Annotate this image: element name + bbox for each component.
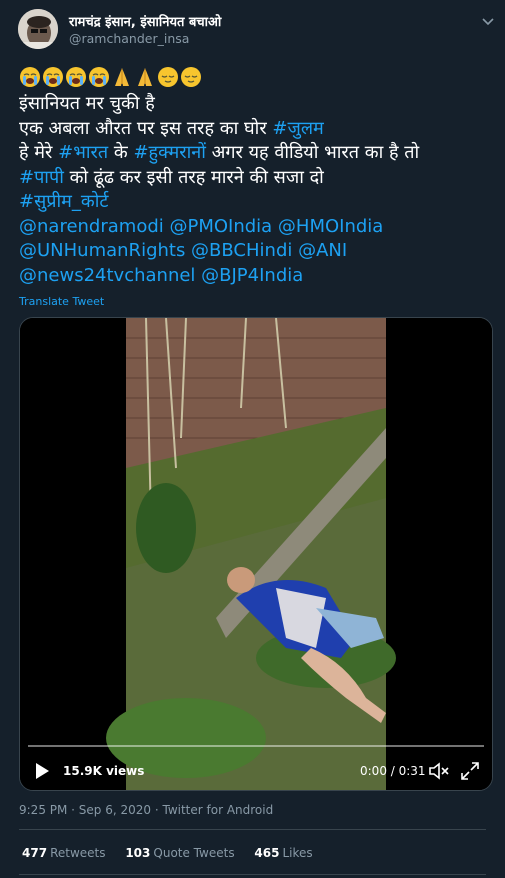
video-view-count: 15.9K views <box>63 764 145 778</box>
crying-face-icon <box>89 67 109 87</box>
likes-stat[interactable]: 465 Likes <box>254 846 312 860</box>
tweet-line: को ढूंढ कर इसी तरह मारने की सजा दो <box>63 166 324 188</box>
folded-hands-icon <box>115 68 129 86</box>
video-timestamp: 0:00 / 0:31 <box>360 764 426 778</box>
translate-tweet-link[interactable]: Translate Tweet <box>19 295 104 308</box>
likes-count: 465 <box>254 846 280 860</box>
mention-links[interactable]: @news24tvchannel @BJP4India <box>19 265 303 286</box>
hashtag-link[interactable]: #हुक्मरानों <box>133 142 205 163</box>
relieved-face-icon <box>158 67 178 87</box>
author-handle[interactable]: @ramchander_insa <box>69 31 189 46</box>
divider <box>19 874 486 875</box>
crying-face-icon <box>20 67 40 87</box>
tweet-text: इंसानियत मर चुकी है एक अबला औरत पर इस तर… <box>19 92 499 288</box>
likes-label: Likes <box>282 846 313 860</box>
quote-tweets-label: Quote Tweets <box>153 846 235 860</box>
quote-tweets-stat[interactable]: 103 Quote Tweets <box>125 846 234 860</box>
video-player[interactable]: 15.9K views 0:00 / 0:31 <box>19 317 493 791</box>
mention-links[interactable]: @narendramodi @PMOIndia @HMOIndia <box>19 216 383 237</box>
hashtag-link[interactable]: #सुप्रीम_कोर्ट <box>19 191 108 212</box>
author-display-name[interactable]: रामचंद्र इंसान, इंसानियत बचाओ <box>69 12 221 30</box>
volume-muted-icon[interactable] <box>428 761 450 781</box>
tweet-timestamp[interactable]: 9:25 PM · Sep 6, 2020 · Twitter for Andr… <box>19 803 273 817</box>
folded-hands-icon <box>138 68 152 86</box>
fullscreen-icon[interactable] <box>460 761 480 781</box>
hashtag-link[interactable]: #पापी <box>19 167 64 188</box>
video-frame <box>20 318 492 790</box>
crying-face-icon <box>66 67 86 87</box>
quote-tweets-count: 103 <box>125 846 151 860</box>
mention-links[interactable]: @UNHumanRights @BBCHindi @ANI <box>19 240 347 261</box>
tweet-line: अगर यह वीडियो भारत का है तो <box>205 142 420 163</box>
hashtag-link[interactable]: #जुलम <box>272 118 323 139</box>
chevron-down-icon[interactable] <box>479 12 497 30</box>
retweets-stat[interactable]: 477 Retweets <box>22 846 106 860</box>
retweets-count: 477 <box>22 846 48 860</box>
emoji-row <box>19 66 202 88</box>
crying-face-icon <box>43 67 63 87</box>
tweet-line: के <box>108 142 134 163</box>
play-icon[interactable] <box>34 762 50 780</box>
tweet-detail: रामचंद्र इंसान, इंसानियत बचाओ @ramchande… <box>0 0 505 878</box>
tweet-line: एक अबला औरत पर इस तरह का घोर <box>19 117 273 139</box>
tweet-stats: 477 Retweets 103 Quote Tweets 465 Likes <box>22 846 329 860</box>
retweets-label: Retweets <box>50 846 106 860</box>
relieved-face-icon <box>181 67 201 87</box>
tweet-line: इंसानियत मर चुकी है <box>19 93 155 114</box>
video-scrubber[interactable] <box>28 745 484 747</box>
hashtag-link[interactable]: #भारत <box>58 142 108 163</box>
divider <box>19 829 486 830</box>
tweet-line: हे मेरे <box>19 142 59 163</box>
avatar[interactable] <box>18 9 58 49</box>
